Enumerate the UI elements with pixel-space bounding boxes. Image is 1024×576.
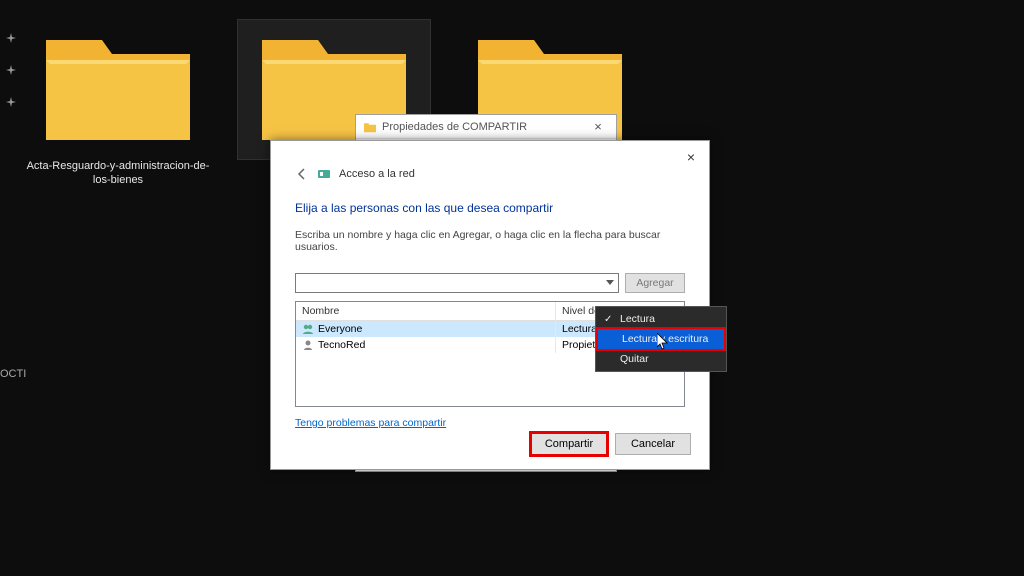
menu-item[interactable]: Lectura (596, 309, 726, 329)
dialog-subtext: Escriba un nombre y haga clic en Agregar… (295, 229, 685, 253)
close-icon[interactable]: × (681, 147, 701, 167)
folder-icon (38, 20, 198, 153)
help-link[interactable]: Tengo problemas para compartir (295, 417, 685, 429)
cancel-button[interactable]: Cancelar (615, 433, 691, 455)
network-icon (317, 167, 331, 181)
user-icon (302, 339, 314, 351)
add-button[interactable]: Agregar (625, 273, 685, 293)
share-button[interactable]: Compartir (531, 433, 607, 455)
pin-icon (6, 62, 16, 72)
pin-icon (6, 30, 16, 40)
user-name: TecnoRed (318, 339, 365, 351)
dialog-heading: Elija a las personas con las que desea c… (295, 201, 685, 215)
menu-item[interactable]: Lectura y escritura (598, 329, 724, 349)
dialog-header: Acceso a la red (271, 141, 709, 181)
desktop-background: OCTI Acta-Resguardo-y-administracion-de-… (0, 0, 1024, 576)
menu-item-highlight: Lectura y escritura (598, 329, 724, 349)
properties-titlebar[interactable]: Propiedades de COMPARTIR × (356, 115, 616, 139)
user-name: Everyone (318, 323, 362, 335)
close-icon[interactable]: × (588, 119, 608, 134)
folder-icon (364, 121, 376, 133)
menu-item[interactable]: Quitar (596, 349, 726, 369)
folder-item[interactable]: Acta-Resguardo-y-administracion-de-los-b… (22, 20, 214, 188)
dialog-breadcrumb: Acceso a la red (339, 168, 415, 180)
folder-label: Acta-Resguardo-y-administracion-de-los-b… (22, 159, 214, 188)
sidebar-label: OCTI (0, 368, 26, 380)
permission-context-menu: LecturaLectura y escrituraQuitar (595, 306, 727, 372)
user-combobox[interactable] (295, 273, 619, 293)
share-dialog: × Acceso a la red Elija a las personas c… (270, 140, 710, 470)
group-icon (302, 323, 314, 335)
back-arrow-icon[interactable] (295, 167, 309, 181)
column-header-name[interactable]: Nombre (296, 302, 556, 320)
pin-strip (6, 30, 16, 126)
pin-icon (6, 94, 16, 104)
properties-title-text: Propiedades de COMPARTIR (382, 121, 527, 133)
